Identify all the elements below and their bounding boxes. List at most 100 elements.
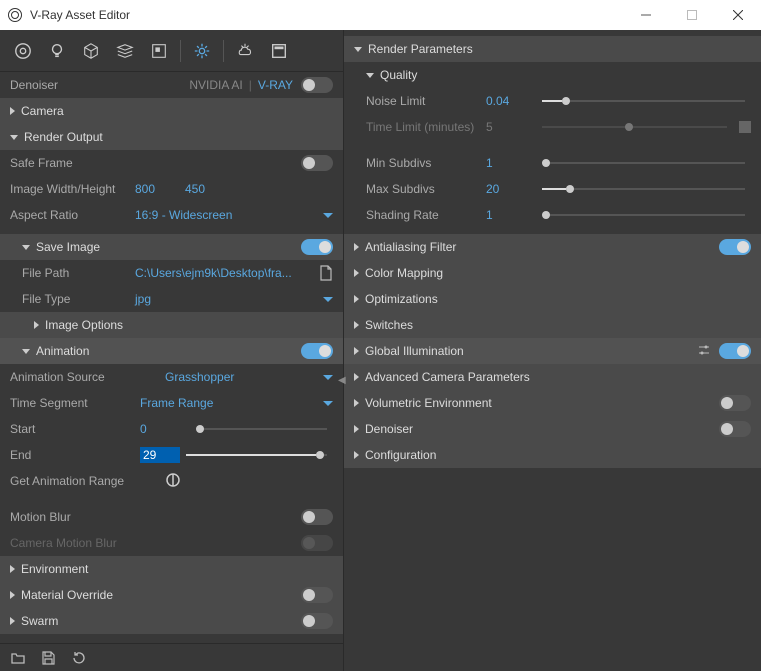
lights-tab-icon[interactable]: [40, 36, 74, 66]
noise-limit-slider[interactable]: [542, 100, 745, 102]
save-icon[interactable]: [40, 650, 70, 666]
max-subdivs-row: Max Subdivs 20: [344, 176, 761, 202]
render-parameters-section[interactable]: Render Parameters: [344, 36, 761, 62]
max-subdivs-value[interactable]: 20: [486, 182, 536, 196]
caret-down-icon: [22, 349, 30, 354]
adv-camera-section[interactable]: Advanced Camera Parameters: [344, 364, 761, 390]
caret-right-icon: [10, 565, 15, 573]
aspect-ratio-row[interactable]: Aspect Ratio 16:9 - Widescreen: [0, 202, 343, 228]
swarm-section[interactable]: Swarm: [0, 608, 343, 634]
motion-blur-toggle[interactable]: [301, 509, 333, 525]
material-override-section[interactable]: Material Override: [0, 582, 343, 608]
camera-section[interactable]: Camera: [0, 98, 343, 124]
gi-toggle[interactable]: [719, 343, 751, 359]
gi-settings-icon[interactable]: [697, 343, 711, 360]
materials-tab-icon[interactable]: [6, 36, 40, 66]
file-path-value[interactable]: C:\Users\ejm9k\Desktop\fra...: [135, 266, 313, 280]
camera-motion-blur-row: Camera Motion Blur: [0, 530, 343, 556]
end-frame-input[interactable]: [140, 447, 180, 463]
render-window-icon[interactable]: [262, 36, 296, 66]
caret-right-icon: [354, 347, 359, 355]
left-scroll[interactable]: Denoiser NVIDIA AI | V-RAY Camera Render…: [0, 72, 343, 643]
bottom-bar: [0, 643, 343, 671]
close-button[interactable]: [715, 0, 761, 30]
right-scroll[interactable]: Render Parameters Quality Noise Limit 0.…: [344, 30, 761, 671]
max-subdivs-slider[interactable]: [542, 188, 745, 190]
caret-right-icon: [354, 295, 359, 303]
switches-section[interactable]: Switches: [344, 312, 761, 338]
denoiser-right-section[interactable]: Denoiser: [344, 416, 761, 442]
caret-right-icon: [354, 451, 359, 459]
start-frame-row: Start: [0, 416, 343, 442]
vol-env-toggle[interactable]: [719, 395, 751, 411]
image-width-input[interactable]: [135, 182, 185, 196]
shading-rate-slider[interactable]: [542, 214, 745, 216]
get-range-button-icon[interactable]: [165, 472, 181, 491]
shading-rate-value[interactable]: 1: [486, 208, 536, 222]
denoiser-right-toggle[interactable]: [719, 421, 751, 437]
denoiser-nvidia[interactable]: NVIDIA AI: [189, 78, 242, 92]
caret-right-icon: [354, 373, 359, 381]
save-image-toggle[interactable]: [301, 239, 333, 255]
save-image-section[interactable]: Save Image: [0, 234, 343, 260]
quality-section[interactable]: Quality: [344, 62, 761, 88]
safe-frame-row: Safe Frame: [0, 150, 343, 176]
image-options-section[interactable]: Image Options: [0, 312, 343, 338]
end-slider[interactable]: [186, 454, 327, 456]
caret-right-icon: [354, 425, 359, 433]
end-frame-row: End: [0, 442, 343, 468]
image-height-input[interactable]: [185, 182, 235, 196]
open-folder-icon[interactable]: [10, 650, 40, 666]
caret-right-icon: [10, 107, 15, 115]
render-output-section[interactable]: Render Output: [0, 124, 343, 150]
time-segment-row[interactable]: Time Segment Frame Range: [0, 390, 343, 416]
caret-right-icon: [354, 243, 359, 251]
panel-collapse-icon[interactable]: ◀: [338, 375, 346, 386]
caret-right-icon: [34, 321, 39, 329]
animation-source-row[interactable]: Animation Source Grasshopper: [0, 364, 343, 390]
file-browse-icon[interactable]: [319, 265, 333, 281]
file-type-row[interactable]: File Type jpg: [0, 286, 343, 312]
stop-icon[interactable]: [739, 121, 751, 133]
noise-limit-value[interactable]: 0.04: [486, 94, 536, 108]
file-path-row: File Path C:\Users\ejm9k\Desktop\fra...: [0, 260, 343, 286]
animation-toggle[interactable]: [301, 343, 333, 359]
vol-env-section[interactable]: Volumetric Environment: [344, 390, 761, 416]
optimizations-section[interactable]: Optimizations: [344, 286, 761, 312]
denoiser-label: Denoiser: [10, 78, 135, 92]
material-override-toggle[interactable]: [301, 587, 333, 603]
reset-icon[interactable]: [70, 650, 100, 666]
start-frame-input[interactable]: [140, 422, 190, 436]
caret-right-icon: [354, 321, 359, 329]
swarm-toggle[interactable]: [301, 613, 333, 629]
titlebar: V-Ray Asset Editor: [0, 0, 761, 30]
caret-right-icon: [354, 399, 359, 407]
min-subdivs-value[interactable]: 1: [486, 156, 536, 170]
animation-section[interactable]: Animation: [0, 338, 343, 364]
start-slider[interactable]: [196, 428, 327, 430]
textures-tab-icon[interactable]: [142, 36, 176, 66]
antialiasing-toggle[interactable]: [719, 239, 751, 255]
environment-section[interactable]: Environment: [0, 556, 343, 582]
chevron-down-icon: [323, 375, 333, 380]
time-limit-value: 5: [486, 120, 536, 134]
shading-rate-row: Shading Rate 1: [344, 202, 761, 228]
time-limit-slider: [542, 126, 727, 128]
denoiser-toggle[interactable]: [301, 77, 333, 93]
maximize-button[interactable]: [669, 0, 715, 30]
layers-tab-icon[interactable]: [108, 36, 142, 66]
settings-tab-icon[interactable]: [185, 36, 219, 66]
gi-section[interactable]: Global Illumination: [344, 338, 761, 364]
chevron-down-icon: [323, 213, 333, 218]
minimize-button[interactable]: [623, 0, 669, 30]
right-panel: ◀ Render Parameters Quality Noise Limit …: [343, 30, 761, 671]
denoiser-vray[interactable]: V-RAY: [258, 78, 293, 92]
render-button-icon[interactable]: [228, 36, 262, 66]
geometry-tab-icon[interactable]: [74, 36, 108, 66]
min-subdivs-slider[interactable]: [542, 162, 745, 164]
antialiasing-section[interactable]: Antialiasing Filter: [344, 234, 761, 260]
camera-motion-blur-toggle: [301, 535, 333, 551]
configuration-section[interactable]: Configuration: [344, 442, 761, 468]
safe-frame-toggle[interactable]: [301, 155, 333, 171]
color-mapping-section[interactable]: Color Mapping: [344, 260, 761, 286]
